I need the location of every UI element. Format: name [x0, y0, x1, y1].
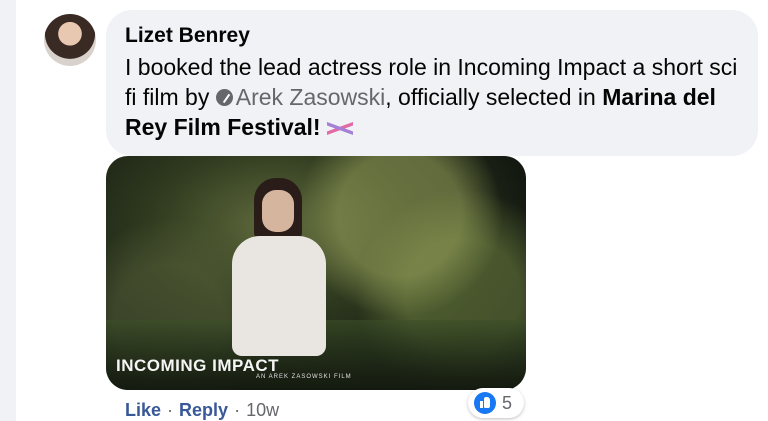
reply-button[interactable]: Reply	[179, 400, 228, 420]
separator: ·	[234, 400, 241, 420]
attached-image[interactable]: INCOMING IMPACT AN AREK ZASOWSKI FILM	[106, 156, 526, 390]
like-button[interactable]: Like	[125, 400, 161, 420]
timestamp[interactable]: 10w	[246, 400, 279, 420]
mention-name: Arek Zasowski	[235, 84, 386, 110]
comment-text: I booked the lead actress role in Incomi…	[125, 52, 745, 142]
mention-link[interactable]: Arek Zasowski	[215, 84, 386, 110]
like-icon	[474, 392, 496, 414]
comment-author[interactable]: Lizet Benrey	[125, 24, 250, 48]
avatar[interactable]	[44, 14, 96, 66]
left-rail	[0, 0, 16, 421]
comment-actions: Like · Reply · 10w	[125, 400, 279, 421]
verified-check-icon	[215, 89, 233, 106]
image-actress	[224, 178, 334, 378]
separator: ·	[167, 400, 174, 420]
reaction-count: 5	[502, 393, 513, 413]
film-title: INCOMING IMPACT	[116, 356, 280, 375]
sparkle-icon	[326, 121, 353, 135]
film-subtitle: AN AREK ZASOWSKI FILM	[256, 374, 352, 380]
comment-text-part: , officially selected in	[385, 84, 603, 110]
actress-dress	[232, 236, 326, 356]
reaction-summary[interactable]: 5	[468, 388, 524, 418]
actress-face	[262, 190, 294, 232]
